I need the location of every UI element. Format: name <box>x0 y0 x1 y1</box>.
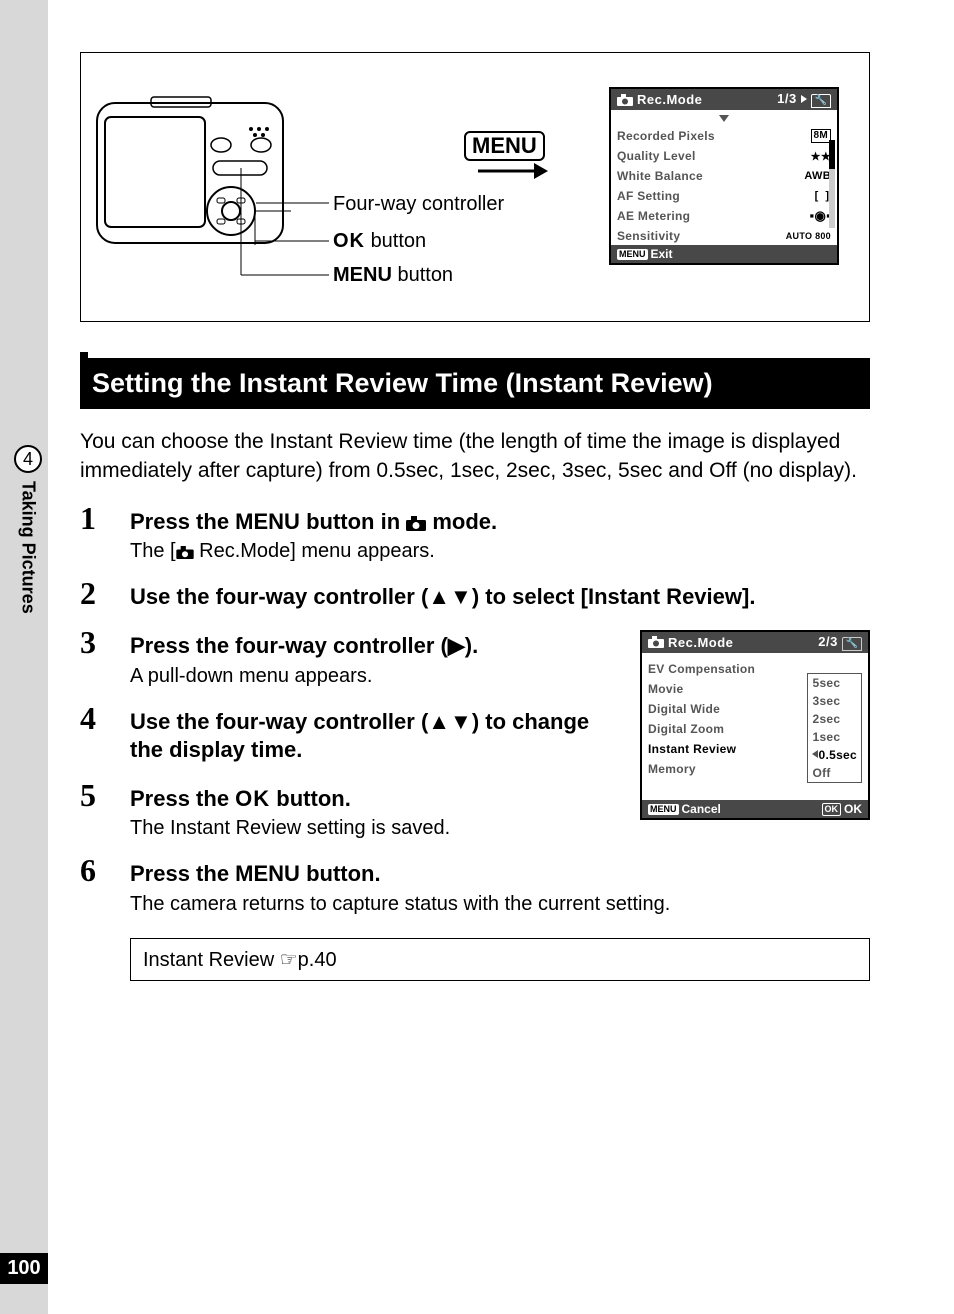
lcd1-page: 1/3 <box>777 91 797 106</box>
controls-diagram-box: MENU Four-way controller OK button MENU … <box>80 52 870 322</box>
step-3: 3 Press the four-way controller (▶). A p… <box>80 624 626 698</box>
step-number: 2 <box>80 575 130 612</box>
step-number: 4 <box>80 700 130 737</box>
menu-tag-icon: MENU <box>648 804 679 815</box>
lcd1-title: Rec.Mode <box>637 92 702 107</box>
step-3-sub: A pull-down menu appears. <box>130 665 626 688</box>
lcd1-body: Recorded Pixels 8M Quality Level ★★ White … <box>611 120 837 248</box>
step-1-title: Press the MENU button in mode. <box>130 508 870 537</box>
intro-paragraph: You can choose the Instant Review time (… <box>80 427 870 486</box>
lcd2-row-selected: Instant Review <box>648 742 736 756</box>
camera-icon <box>406 516 426 531</box>
camera-icon <box>617 94 633 106</box>
ok-text: OK <box>333 230 365 252</box>
step-6: 6 Press the MENU button. The camera retu… <box>80 852 870 926</box>
dropdown-option: 2sec <box>812 710 857 728</box>
label-fourway: Four-way controller <box>333 193 504 216</box>
dropdown-options: 5sec 3sec 2sec 1sec 0.5sec Off <box>807 673 862 783</box>
step-number: 5 <box>80 777 130 814</box>
leader-lines <box>81 53 581 323</box>
page-number: 100 <box>0 1253 48 1284</box>
step-2: 2 Use the four-way controller (▲▼) to se… <box>80 575 870 622</box>
lcd1-row-label: Sensitivity <box>617 229 680 243</box>
label-menu-button: MENU button <box>333 264 453 287</box>
step-3-title: Press the four-way controller (▶). <box>130 632 626 661</box>
step-number: 6 <box>80 852 130 889</box>
lcd2-page: 2/3 <box>818 634 838 649</box>
camera-icon <box>648 636 664 648</box>
step-4-title: Use the four-way controller (▲▼) to chan… <box>130 708 600 765</box>
lcd2-row: Digital Wide <box>648 702 720 716</box>
dropdown-option: Off <box>812 764 857 782</box>
lcd1-row-label: AF Setting <box>617 189 680 203</box>
menu-suffix: button <box>397 264 453 286</box>
lcd1-row-val: 8M <box>811 129 832 143</box>
step-1-sub: The [ Rec.Mode] menu appears. <box>130 540 870 563</box>
dropdown-option: 1sec <box>812 728 857 746</box>
lcd2-row: Movie <box>648 682 684 696</box>
reference-box: Instant Review ☞p.40 <box>130 938 870 981</box>
ok-tag-icon: OK <box>822 803 842 816</box>
lcd2-row: Memory <box>648 762 696 776</box>
lcd2-footer-cancel: Cancel <box>682 802 721 816</box>
wrench-tab-icon: 🔧 <box>842 637 862 651</box>
lcd2-body: EV Compensation Movie Digital Wide Digit… <box>642 653 868 801</box>
camera-icon <box>176 546 194 559</box>
menu-button-icon: MENU <box>464 131 545 161</box>
lcd2-footer: MENUCancel OKOK <box>642 800 868 818</box>
lcd1-row-val: AUTO 800 <box>786 231 831 241</box>
step-6-sub: The camera returns to capture status wit… <box>130 893 870 916</box>
step-number: 1 <box>80 500 130 537</box>
menu-button-graphic: MENU <box>464 131 545 161</box>
lcd1-row-label: Quality Level <box>617 149 696 163</box>
lcd1-footer: MENUExit <box>611 245 837 263</box>
ok-suffix: button <box>371 230 427 252</box>
chapter-tab: 4 Taking Pictures <box>14 445 42 614</box>
dropdown-option: 5sec <box>812 674 857 692</box>
lcd2-titlebar: Rec.Mode 2/3 🔧 <box>642 632 868 653</box>
lcd1-row-label: White Balance <box>617 169 703 183</box>
menu-tag-icon: MENU <box>617 249 648 260</box>
lcd-screen-recmode-1: Rec.Mode 1/3 🔧 Recorded Pixels 8M Quality… <box>609 87 839 265</box>
dropdown-option-selected: 0.5sec <box>812 746 857 764</box>
scrollbar <box>829 140 835 228</box>
menu-text: MENU <box>333 264 392 286</box>
chapter-title-vertical: Taking Pictures <box>18 481 39 614</box>
arrow-right-icon <box>478 161 548 181</box>
step-2-title: Use the four-way controller (▲▼) to sele… <box>130 583 870 612</box>
lcd2-footer-ok: OK <box>844 802 862 816</box>
label-ok-button: OK button <box>333 230 426 253</box>
lcd1-footer-exit: Exit <box>651 247 673 261</box>
wrench-tab-icon: 🔧 <box>811 94 831 108</box>
step-4: 4 Use the four-way controller (▲▼) to ch… <box>80 700 626 775</box>
lcd1-row-val: ★★ <box>811 150 831 163</box>
lcd1-titlebar: Rec.Mode 1/3 🔧 <box>611 89 837 110</box>
step-5-title: Press the OK button. <box>130 785 626 814</box>
step-6-title: Press the MENU button. <box>130 860 870 889</box>
lcd1-row-label: Recorded Pixels <box>617 129 715 143</box>
section-heading: Setting the Instant Review Time (Instant… <box>80 358 870 409</box>
lcd1-row-label: AE Metering <box>617 209 690 223</box>
lcd2-title: Rec.Mode <box>668 635 733 650</box>
lcd1-row-val: AWB <box>804 170 831 182</box>
lcd2-row: EV Compensation <box>648 662 755 676</box>
step-1: 1 Press the MENU button in mode. The [ R… <box>80 500 870 574</box>
step-number: 3 <box>80 624 130 661</box>
lcd-screen-recmode-2: Rec.Mode 2/3 🔧 EV Compensation Movie Dig… <box>640 630 870 820</box>
triangle-right-icon <box>801 95 807 103</box>
chapter-number-badge: 4 <box>14 445 42 473</box>
lcd2-row: Digital Zoom <box>648 722 724 736</box>
step-5: 5 Press the OK button. The Instant Revie… <box>80 777 626 851</box>
left-margin-strip <box>0 0 48 1314</box>
step-5-sub: The Instant Review setting is saved. <box>130 817 626 840</box>
dropdown-option: 3sec <box>812 692 857 710</box>
